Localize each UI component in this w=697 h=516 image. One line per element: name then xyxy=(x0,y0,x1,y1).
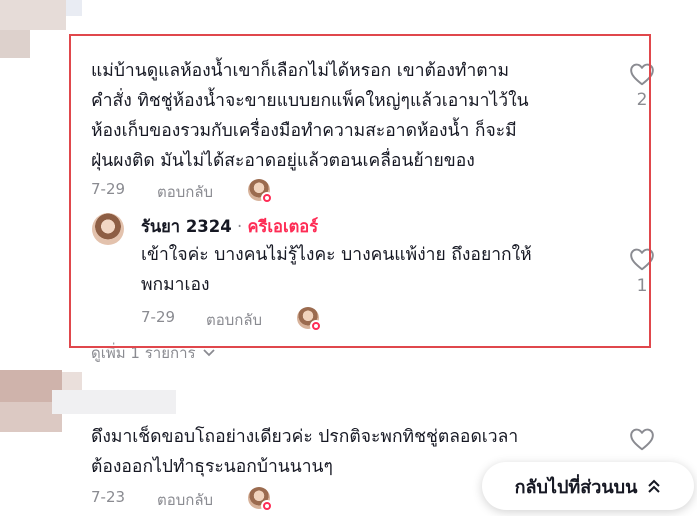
comment-date: 7-23 xyxy=(91,488,126,506)
like-heart-icon[interactable] xyxy=(629,247,655,271)
reply-line: พกมาเอง xyxy=(141,275,210,295)
comment-line: ดึงมาเช็ดขอบโถอย่างเดียวค่ะ ปรกติจะพกทิช… xyxy=(91,427,519,447)
reply-line: เข้าใจค่ะ บางคนไม่รู้ไงคะ บางคนแพ้ง่าย ถ… xyxy=(141,245,532,265)
like-heart-icon[interactable] xyxy=(629,427,655,451)
comment-line: คำสั่ง ทิชชู่ห้องน้ำจะขายแบบยกแพ็คใหญ่ๆแ… xyxy=(91,91,529,111)
comment-line: ฝุ่นผงติด มันไม่ได้สะอาดอยู่แล้วตอนเคลื่… xyxy=(91,151,475,171)
reply-button[interactable]: ตอบกลับ xyxy=(157,488,213,512)
blurred-avatar-top-2 xyxy=(0,30,30,58)
reply-date: 7-29 xyxy=(141,308,176,326)
creator-liked-avatar xyxy=(248,179,273,204)
like-count: 2 xyxy=(636,90,648,110)
reply-text: เข้าใจค่ะ บางคนไม่รู้ไงคะ บางคนแพ้ง่าย ถ… xyxy=(141,240,611,300)
separator-dot: · xyxy=(237,217,243,236)
double-chevron-up-icon xyxy=(648,479,661,493)
creator-liked-avatar xyxy=(248,487,273,512)
chevron-down-icon xyxy=(202,349,215,357)
comment-text: แม่บ้านดูแลห้องน้ำเขาก็เลือกไม่ได้หรอก เ… xyxy=(91,56,611,176)
blurred-avatar-top xyxy=(0,0,66,30)
reply-button[interactable]: ตอบกลับ xyxy=(157,180,213,204)
view-more-label: ดูเพิ่ม 1 รายการ xyxy=(91,344,196,362)
like-heart-icon[interactable] xyxy=(629,62,655,86)
comment-date: 7-29 xyxy=(91,180,126,198)
like-count: 1 xyxy=(636,276,648,296)
heart-badge-icon xyxy=(261,500,273,512)
reply-username[interactable]: รันยา 2324 xyxy=(141,217,232,236)
blurred-username xyxy=(52,390,176,414)
back-to-top-button[interactable]: กลับไปที่ส่วนบน xyxy=(482,462,694,510)
creator-liked-avatar xyxy=(297,307,322,332)
view-more-replies[interactable]: ดูเพิ่ม 1 รายการ xyxy=(91,341,216,365)
comment-line: ห้องเก็บของรวมกับเครื่องมือทำความสะอาดห้… xyxy=(91,121,517,141)
reply-header: รันยา 2324 · ครีเอเตอร์ xyxy=(141,214,318,240)
creator-badge: ครีเอเตอร์ xyxy=(247,217,319,236)
heart-badge-icon xyxy=(310,320,322,332)
back-to-top-label: กลับไปที่ส่วนบน xyxy=(514,476,638,498)
heart-badge-icon xyxy=(261,192,273,204)
blurred-name-top xyxy=(66,0,82,16)
reply-avatar[interactable] xyxy=(92,213,124,245)
comment-line: แม่บ้านดูแลห้องน้ำเขาก็เลือกไม่ได้หรอก เ… xyxy=(91,61,510,81)
reply-button[interactable]: ตอบกลับ xyxy=(206,308,262,332)
